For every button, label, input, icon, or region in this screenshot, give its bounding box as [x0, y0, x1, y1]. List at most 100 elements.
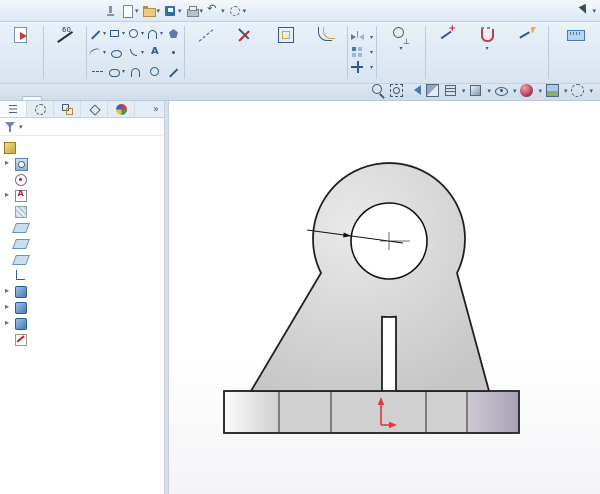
view-settings-icon[interactable] [570, 83, 585, 98]
graphics-area[interactable] [169, 101, 600, 494]
expand-arrow-icon[interactable]: ▸ [3, 319, 11, 327]
print-button[interactable]: ▾ [185, 4, 203, 18]
save-icon [163, 4, 177, 18]
trim-entities-button[interactable] [226, 23, 266, 82]
expand-arrow-icon[interactable]: ▸ [3, 191, 11, 199]
mirror-entities-button[interactable]: ▾ [351, 31, 373, 44]
sketch-polygon-button[interactable] [164, 24, 183, 43]
sketch-tool-button[interactable] [126, 62, 145, 81]
sketch-point-button[interactable] [164, 43, 183, 62]
exit-sketch-button[interactable] [2, 23, 42, 82]
rapid-sketch-button[interactable] [507, 23, 547, 82]
sketch-centerline-button[interactable] [88, 62, 107, 81]
boss-extrude-icon [14, 285, 27, 298]
smart-dimension-button[interactable] [45, 23, 85, 82]
menu-window[interactable] [76, 9, 88, 13]
zoom-area-icon[interactable] [389, 83, 404, 98]
move-entities-icon [351, 61, 364, 74]
menu-insert[interactable] [52, 9, 64, 13]
tree-item-boss-extrude1[interactable]: ▸ [0, 283, 164, 299]
zoom-fit-icon[interactable] [371, 83, 386, 98]
tree-item-part-root[interactable] [0, 139, 164, 155]
plane-icon [14, 237, 27, 250]
panel-expand-chevron-icon[interactable]: » [148, 104, 164, 115]
tree-item-right-plane[interactable] [0, 251, 164, 267]
tab-configuration-manager[interactable] [54, 101, 81, 117]
move-entities-button[interactable]: ▾ [351, 61, 373, 74]
repair-sketch-button[interactable] [427, 23, 467, 82]
view-orientation-icon[interactable] [443, 83, 458, 98]
spline-icon [89, 46, 102, 59]
sketch-circle-button[interactable]: ▾ [126, 24, 145, 43]
sketch-arc-button[interactable]: ▾ [145, 24, 164, 43]
tree-item-origin[interactable] [0, 267, 164, 283]
sketch-tool-button[interactable] [145, 62, 164, 81]
tree-item-boss-extrude2[interactable]: ▸ [0, 299, 164, 315]
menu-help[interactable] [88, 9, 100, 13]
tab-property-manager[interactable] [27, 101, 54, 117]
pin-menu-button[interactable] [103, 4, 117, 18]
save-button[interactable]: ▾ [163, 4, 182, 18]
tab-display-manager[interactable] [108, 101, 135, 117]
tab-surfaces[interactable] [42, 96, 62, 100]
tree-item-sketch4[interactable] [0, 331, 164, 347]
tab-features[interactable] [2, 96, 22, 100]
tree-item-sensors[interactable] [0, 171, 164, 187]
expand-arrow-icon[interactable]: ▸ [3, 159, 11, 167]
tree-item-front-plane[interactable] [0, 219, 164, 235]
boss-extrude-icon [14, 317, 27, 330]
part-viewport[interactable] [169, 101, 600, 494]
plane-icon [14, 221, 27, 234]
menu-file[interactable] [16, 9, 28, 13]
expand-arrow-icon[interactable]: ▸ [3, 287, 11, 295]
apply-scene-icon[interactable] [545, 83, 560, 98]
sketch-text-button[interactable] [145, 43, 164, 62]
open-button[interactable]: ▾ [142, 4, 160, 18]
section-view-icon[interactable] [425, 83, 440, 98]
history-icon [14, 157, 28, 171]
linear-sketch-pattern-button[interactable]: ▾ [351, 46, 373, 59]
sketch-rectangle-button[interactable]: ▾ [107, 24, 126, 43]
tab-evaluate[interactable] [102, 96, 122, 100]
tab-weldments[interactable] [82, 96, 102, 100]
edit-appearance-icon[interactable] [519, 83, 534, 98]
menu-tools[interactable] [64, 9, 76, 13]
options-button[interactable]: ▾ [228, 4, 246, 18]
select-tool-button[interactable]: ▾ [577, 4, 596, 18]
tree-item-material[interactable] [0, 203, 164, 219]
tree-item-top-plane[interactable] [0, 235, 164, 251]
tab-dimxpert-manager[interactable] [81, 101, 108, 117]
tree-item-annotations[interactable]: ▸ [0, 187, 164, 203]
filter-funnel-icon[interactable] [5, 121, 16, 133]
tab-sheet-metal[interactable] [62, 96, 82, 100]
construction-geometry-button[interactable] [186, 23, 226, 82]
sketch-slot-button[interactable]: ▾ [107, 62, 126, 81]
offset-entities-button[interactable] [306, 23, 346, 82]
undo-button[interactable]: ▾ [206, 2, 225, 18]
sketch-line-button[interactable]: ▾ [88, 24, 107, 43]
circle-icon [127, 27, 140, 40]
tab-feature-manager[interactable] [0, 101, 27, 117]
previous-view-icon[interactable] [407, 83, 422, 98]
part-upper-body[interactable] [249, 162, 491, 392]
expand-arrow-icon[interactable]: ▸ [3, 303, 11, 311]
convert-entities-button[interactable] [266, 23, 306, 82]
dropdown-caret: ▾ [461, 86, 466, 95]
sketch-fillet-button[interactable]: ▾ [126, 43, 145, 62]
menu-edit[interactable] [28, 9, 40, 13]
sketch-ellipse-button[interactable] [107, 43, 126, 62]
tab-sketch[interactable] [22, 96, 42, 100]
sketch-spline-button[interactable]: ▾ [88, 43, 107, 62]
hide-show-items-icon[interactable] [494, 83, 509, 98]
sketch-tool-button[interactable] [164, 62, 183, 81]
menu-view[interactable] [40, 9, 52, 13]
polygon-icon [167, 27, 180, 40]
quick-snaps-button[interactable]: ▾ [467, 23, 507, 82]
feature-tree: ▸ ▸ ▸ ▸ ▸ [0, 136, 164, 494]
instant2d-button[interactable] [550, 23, 600, 82]
tree-item-boss-extrude3[interactable]: ▸ [0, 315, 164, 331]
tree-item-history[interactable]: ▸ [0, 155, 164, 171]
display-delete-relations-button[interactable]: ▾ [378, 23, 424, 82]
display-style-icon[interactable] [468, 83, 483, 98]
new-document-button[interactable]: ▾ [120, 4, 139, 18]
